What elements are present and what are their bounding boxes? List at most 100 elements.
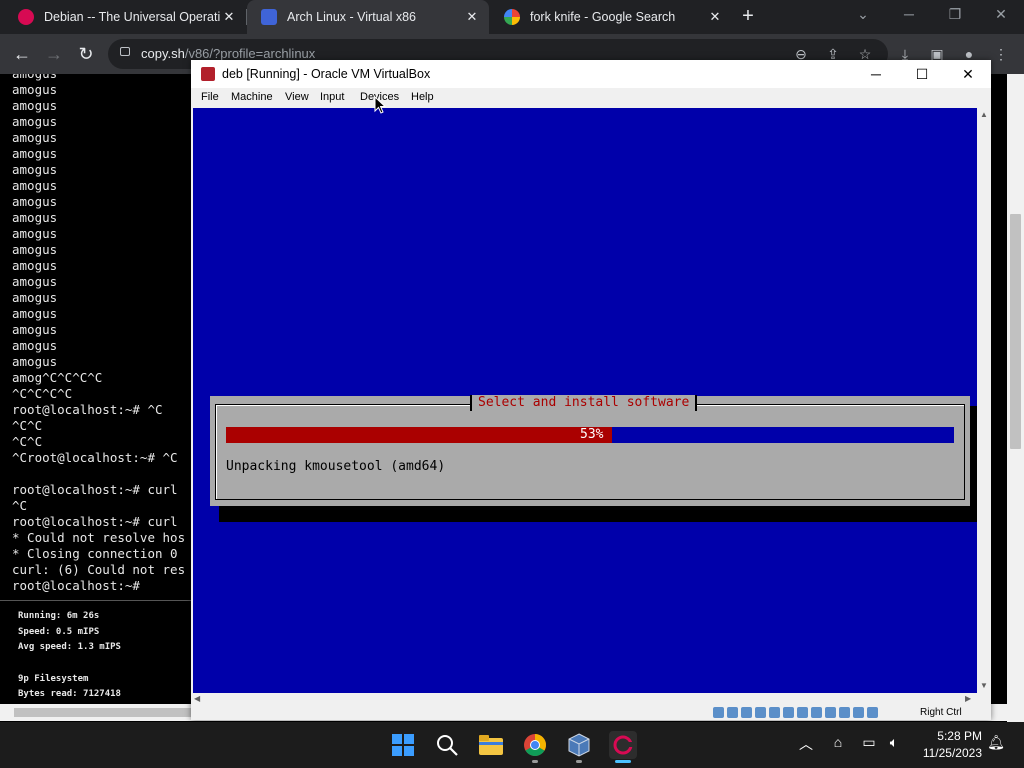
vm-vertical-scrollbar[interactable]: ▲ ▼	[977, 108, 991, 693]
tab-title: fork knife - Google Search	[530, 10, 676, 24]
stat-speed: Speed: 0.5 mIPS	[18, 627, 100, 637]
vm-display[interactable]: Select and install software 53% Unpackin…	[193, 108, 979, 693]
tab-google-search[interactable]: fork knife - Google Search ✕	[490, 0, 732, 34]
page-vertical-scrollbar[interactable]	[1007, 74, 1024, 722]
installer-dialog: Select and install software 53% Unpackin…	[210, 395, 970, 506]
url-text: copy.sh/v86/?profile=archlinux	[141, 46, 316, 61]
menu-machine[interactable]: Machine	[231, 91, 273, 103]
vbox-title-bar[interactable]: deb [Running] - Oracle VM VirtualBox ─ ☐…	[191, 60, 991, 88]
scroll-up-icon[interactable]: ▲	[980, 110, 988, 119]
file-explorer-icon[interactable]	[477, 731, 505, 759]
terminal-line: amogus	[12, 146, 58, 161]
forward-icon[interactable]: →	[42, 42, 66, 66]
progress-fill	[226, 427, 612, 443]
scroll-down-icon[interactable]: ▼	[980, 681, 988, 690]
search-icon[interactable]	[433, 731, 461, 759]
arrow-down-icon[interactable]	[867, 707, 878, 718]
stat-running: Running: 6m 26s	[18, 611, 100, 621]
device-status-icons	[713, 707, 878, 718]
progress-percent: 53%	[580, 427, 604, 442]
menu-icon[interactable]: ⋮	[992, 45, 1010, 63]
terminal-line: root@localhost:~# curl	[12, 514, 178, 529]
keyboard-icon[interactable]	[853, 707, 864, 718]
display-icon[interactable]	[797, 707, 808, 718]
v86-favicon-icon	[261, 9, 277, 25]
vbox-title: deb [Running] - Oracle VM VirtualBox	[222, 67, 431, 81]
terminal-line: root@localhost:~# curl	[12, 482, 178, 497]
shared-folder-icon[interactable]	[783, 707, 794, 718]
vbox-menu-bar: File Machine View Input Devices Help	[191, 88, 991, 108]
back-icon[interactable]: ←	[10, 42, 34, 66]
debian-vm-icon[interactable]	[609, 731, 637, 759]
show-hidden-icons-icon[interactable]: ︿	[796, 734, 816, 754]
terminal-line: amogus	[12, 338, 58, 353]
vbox-maximize-icon[interactable]: ☐	[899, 60, 945, 88]
virtualbox-window: deb [Running] - Oracle VM VirtualBox ─ ☐…	[191, 60, 991, 720]
terminal-line: root@localhost:~#	[12, 578, 140, 593]
chrome-icon[interactable]	[521, 731, 549, 759]
terminal-line: * Could not resolve hos	[12, 530, 186, 545]
clock-date: 11/25/2023	[922, 746, 982, 760]
terminal-line: amogus	[12, 258, 58, 273]
terminal-line: amogus	[12, 130, 58, 145]
display-projection-icon[interactable]: ▭	[859, 734, 879, 751]
terminal-line: amogus	[12, 242, 58, 257]
terminal-line: amogus	[12, 162, 58, 177]
volume-icon[interactable]: 🔈︎	[884, 734, 904, 751]
terminal-line: amogus	[12, 82, 58, 97]
new-tab-button[interactable]: +	[737, 5, 759, 27]
google-favicon-icon	[504, 9, 520, 25]
scroll-right-icon[interactable]: ▶	[965, 694, 971, 703]
optical-drive-icon[interactable]	[727, 707, 738, 718]
notification-bell-icon[interactable]: 🔔︎	[986, 734, 1006, 751]
dialog-frame	[215, 404, 965, 500]
terminal-output[interactable]: amogus amogus amogus amogus amogus amogus amog…	[12, 74, 192, 594]
usb-icon[interactable]	[769, 707, 780, 718]
minimize-icon[interactable]: ─	[886, 0, 932, 30]
terminal-line: ^C	[12, 498, 28, 513]
terminal-line: amogus	[12, 354, 58, 369]
vbox-close-icon[interactable]: ✕	[945, 60, 991, 88]
hard-disk-icon[interactable]	[713, 707, 724, 718]
close-tab-icon[interactable]: ✕	[706, 9, 724, 25]
vm-horizontal-scrollbar[interactable]: ◀ ▶	[191, 693, 977, 706]
network-icon[interactable]	[755, 707, 766, 718]
close-window-icon[interactable]: ✕	[978, 0, 1024, 30]
installer-title: Select and install software	[470, 395, 698, 411]
menu-view[interactable]: View	[285, 91, 309, 103]
terminal-line: amog^C^C^C^C	[12, 370, 103, 385]
audio-icon[interactable]	[741, 707, 752, 718]
stat-fs-title: 9p Filesystem	[18, 674, 89, 684]
virtualbox-app-icon	[201, 67, 215, 81]
virtualbox-icon[interactable]	[565, 731, 593, 759]
scroll-thumb[interactable]	[1010, 214, 1021, 449]
close-tab-icon[interactable]: ✕	[463, 9, 481, 25]
menu-file[interactable]: File	[201, 91, 219, 103]
scroll-thumb[interactable]	[14, 708, 192, 717]
reload-icon[interactable]: ↻	[74, 42, 98, 66]
menu-input[interactable]: Input	[320, 91, 344, 103]
restore-icon[interactable]: ❐	[932, 0, 978, 30]
system-clock[interactable]: 5:28 PM 11/25/2023	[912, 728, 982, 762]
cpu-icon[interactable]	[825, 707, 836, 718]
tab-search-icon[interactable]: ⌄	[840, 0, 886, 30]
vbox-minimize-icon[interactable]: ─	[853, 60, 899, 88]
tab-title: Arch Linux - Virtual x86	[287, 10, 416, 24]
terminal-line: ^Croot@localhost:~# ^C	[12, 450, 178, 465]
vbox-status-bar: Right Ctrl	[191, 706, 991, 720]
emulator-stats: Running: 6m 26s Speed: 0.5 mIPS Avg spee…	[0, 600, 192, 705]
terminal-line: amogus	[12, 74, 192, 82]
terminal-line: amogus	[12, 194, 58, 209]
network-disconnected-icon[interactable]: ⌂	[828, 734, 848, 750]
browser-tab-strip: Debian -- The Universal Operati ✕ Arch L…	[0, 0, 1024, 34]
windows-start-icon[interactable]	[389, 731, 417, 759]
scroll-left-icon[interactable]: ◀	[194, 694, 200, 703]
tab-debian[interactable]: Debian -- The Universal Operati ✕	[4, 0, 246, 34]
close-tab-icon[interactable]: ✕	[220, 9, 238, 25]
terminal-line: amogus	[12, 114, 58, 129]
recording-icon[interactable]	[811, 707, 822, 718]
menu-help[interactable]: Help	[411, 91, 434, 103]
mouse-integration-icon[interactable]	[839, 707, 850, 718]
tab-arch-linux[interactable]: Arch Linux - Virtual x86 ✕	[247, 0, 489, 34]
